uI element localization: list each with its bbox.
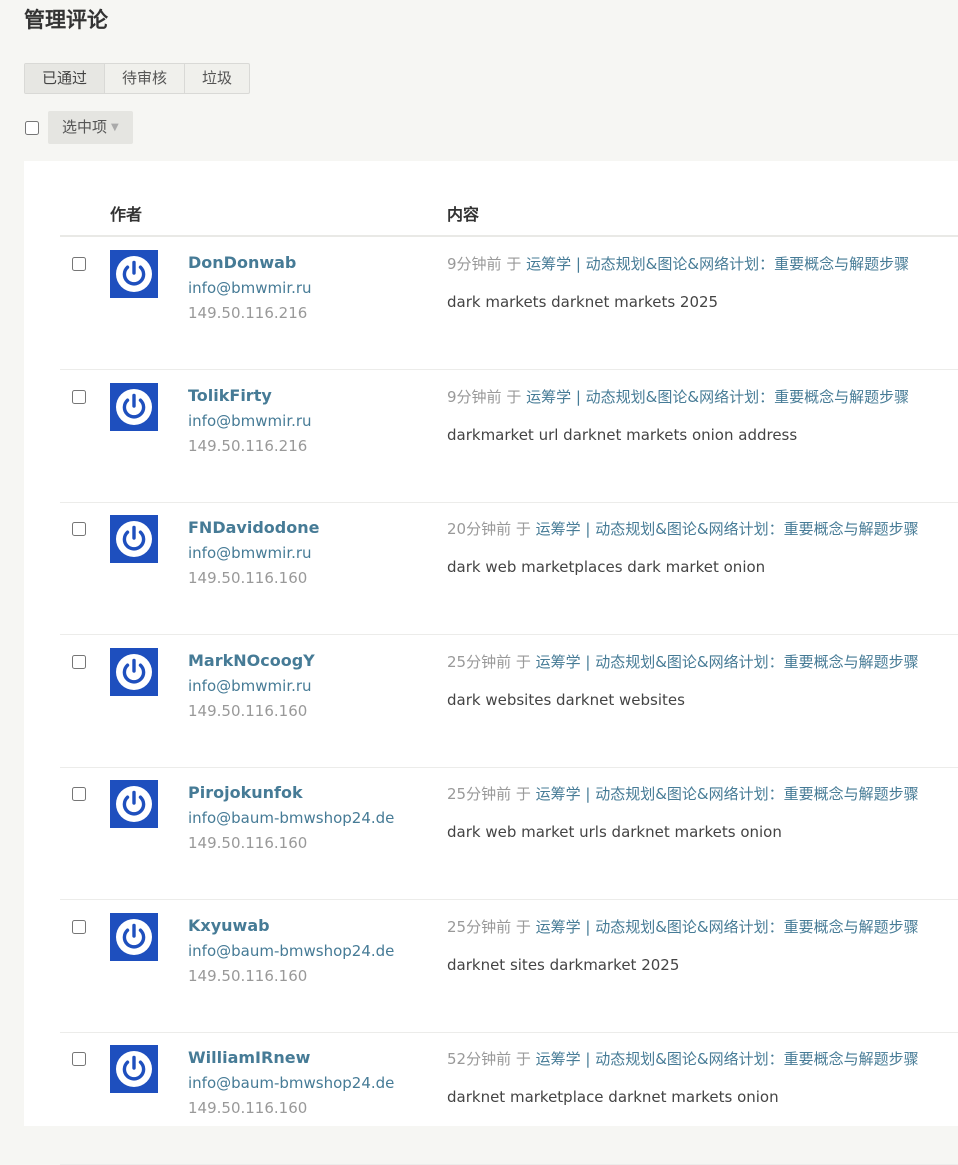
comment-text: darknet marketplace darknet markets onio… [447,1088,779,1106]
avatar [110,912,158,961]
tab-spam[interactable]: 垃圾 [185,64,249,93]
meta-separator: 于 [511,1050,536,1068]
avatar [110,250,158,298]
comment-time: 25分钟前 [447,785,512,803]
power-icon [116,388,152,425]
comment-meta: 25分钟前 于 运筹学 | 动态规划&图论&网络计划：重要概念与解题步骤 [447,916,919,937]
comment-meta: 9分钟前 于 运筹学 | 动态规划&图论&网络计划：重要概念与解题步骤 [447,253,909,274]
author-ip: 149.50.116.160 [188,1099,308,1117]
power-icon [116,918,152,955]
power-icon [116,1051,152,1087]
comment-text: dark markets darknet markets 2025 [447,293,719,311]
author-email-link[interactable]: info@baum-bmwshop24.de [188,809,394,827]
meta-separator: 于 [511,917,536,936]
author-name-link[interactable]: Pirojokunfok [188,783,303,802]
comment-row: Pirojokunfok info@baum-bmwshop24.de 149.… [60,767,958,900]
power-icon [116,786,152,822]
page-title: 管理评论 [24,8,108,32]
author-name-link[interactable]: TolikFirty [188,386,272,405]
author-ip: 149.50.116.160 [188,966,308,985]
comment-time: 9分钟前 [447,255,502,273]
author-name-link[interactable]: DonDonwab [188,253,296,272]
caret-down-icon: ▼ [111,122,119,133]
comment-row: DonDonwab info@bmwmir.ru 149.50.116.216 … [60,237,958,370]
comment-text: darkmarket url darknet markets onion add… [447,425,798,444]
bulk-actions: 选中项 ▼ [24,111,133,144]
comment-checkbox[interactable] [72,1052,86,1066]
post-title-link[interactable]: 运筹学 | 动态规划&图论&网络计划：重要概念与解题步骤 [536,520,919,538]
comment-meta: 20分钟前 于 运筹学 | 动态规划&图论&网络计划：重要概念与解题步骤 [447,518,919,539]
post-title-link[interactable]: 运筹学 | 动态规划&图论&网络计划：重要概念与解题步骤 [526,388,909,406]
author-ip: 149.50.116.216 [188,436,308,455]
post-title-link[interactable]: 运筹学 | 动态规划&图论&网络计划：重要概念与解题步骤 [526,255,909,273]
comment-meta: 25分钟前 于 运筹学 | 动态规划&图论&网络计划：重要概念与解题步骤 [447,783,919,804]
meta-separator: 于 [501,255,527,273]
avatar [110,382,158,431]
author-ip: 149.50.116.160 [188,569,308,587]
comment-checkbox[interactable] [72,919,86,934]
comment-checkbox[interactable] [72,389,86,404]
avatar [110,647,158,696]
tab-approved[interactable]: 已通过 [25,64,106,93]
post-title-link[interactable]: 运筹学 | 动态规划&图论&网络计划：重要概念与解题步骤 [536,653,919,671]
select-all-checkbox[interactable] [25,120,39,135]
author-name-link[interactable]: MarkNOcoogY [188,651,315,670]
author-ip: 149.50.116.160 [188,834,308,852]
comment-meta: 25分钟前 于 运筹学 | 动态规划&图论&网络计划：重要概念与解题步骤 [447,651,919,672]
author-email-link[interactable]: info@bmwmir.ru [188,279,312,297]
comment-row: Kxyuwab info@baum-bmwshop24.de 149.50.11… [60,900,958,1033]
comment-time: 9分钟前 [447,387,502,406]
comment-meta: 52分钟前 于 运筹学 | 动态规划&图论&网络计划：重要概念与解题步骤 [447,1048,919,1069]
author-ip: 149.50.116.160 [188,701,308,720]
avatar [110,780,158,828]
comment-text: dark web marketplaces dark market onion [447,558,766,576]
comment-row: MarkNOcoogY info@bmwmir.ru 149.50.116.16… [60,635,958,768]
tab-pending[interactable]: 待审核 [105,64,186,93]
post-title-link[interactable]: 运筹学 | 动态规划&图论&网络计划：重要概念与解题步骤 [536,918,919,936]
author-name-link[interactable]: Kxyuwab [188,916,270,935]
power-icon [116,521,152,557]
post-title-link[interactable]: 运筹学 | 动态规划&图论&网络计划：重要概念与解题步骤 [536,785,919,803]
meta-separator: 于 [511,520,536,538]
column-header-author: 作者 [110,205,143,224]
power-icon [116,256,152,292]
comment-time: 25分钟前 [447,652,512,671]
comment-checkbox[interactable] [72,257,86,271]
comment-text: dark websites darknet websites [447,690,685,709]
author-email-link[interactable]: info@bmwmir.ru [188,544,312,562]
meta-separator: 于 [511,785,536,803]
comment-checkbox[interactable] [72,654,86,669]
comments-panel: 作者 内容 DonDonwab info@bmwmir.ru 149.50.11… [24,161,958,1165]
power-icon [116,653,152,690]
comment-row: TolikFirty info@bmwmir.ru 149.50.116.216… [60,370,958,503]
comment-row: WilliamIRnew info@baum-bmwshop24.de 149.… [60,1032,958,1165]
author-email-link[interactable]: info@bmwmir.ru [188,677,312,695]
author-name-link[interactable]: WilliamIRnew [188,1048,310,1067]
meta-separator: 于 [511,652,536,671]
selected-items-label: 选中项 [62,118,108,136]
avatar [110,515,158,563]
table-header: 作者 内容 [60,161,958,237]
post-title-link[interactable]: 运筹学 | 动态规划&图论&网络计划：重要概念与解题步骤 [536,1050,919,1068]
comment-time: 25分钟前 [447,917,512,936]
author-email-link[interactable]: info@baum-bmwshop24.de [188,942,394,960]
author-name-link[interactable]: FNDavidodone [188,518,319,537]
comment-text: darknet sites darkmarket 2025 [447,955,680,974]
comment-time: 20分钟前 [447,520,512,538]
author-ip: 149.50.116.216 [188,304,308,322]
column-header-content: 内容 [447,205,480,224]
comment-checkbox[interactable] [72,787,86,801]
comment-meta: 9分钟前 于 运筹学 | 动态规划&图论&网络计划：重要概念与解题步骤 [447,386,909,407]
meta-separator: 于 [501,387,527,406]
comment-checkbox[interactable] [72,522,86,536]
avatar [110,1045,158,1093]
comment-text: dark web market urls darknet markets oni… [447,823,782,841]
author-email-link[interactable]: info@bmwmir.ru [188,412,312,430]
author-email-link[interactable]: info@baum-bmwshop24.de [188,1074,394,1092]
selected-items-dropdown[interactable]: 选中项 ▼ [48,111,133,144]
comment-time: 52分钟前 [447,1050,512,1068]
comment-row: FNDavidodone info@bmwmir.ru 149.50.116.1… [60,502,958,635]
status-tabs: 已通过 待审核 垃圾 [24,63,251,94]
